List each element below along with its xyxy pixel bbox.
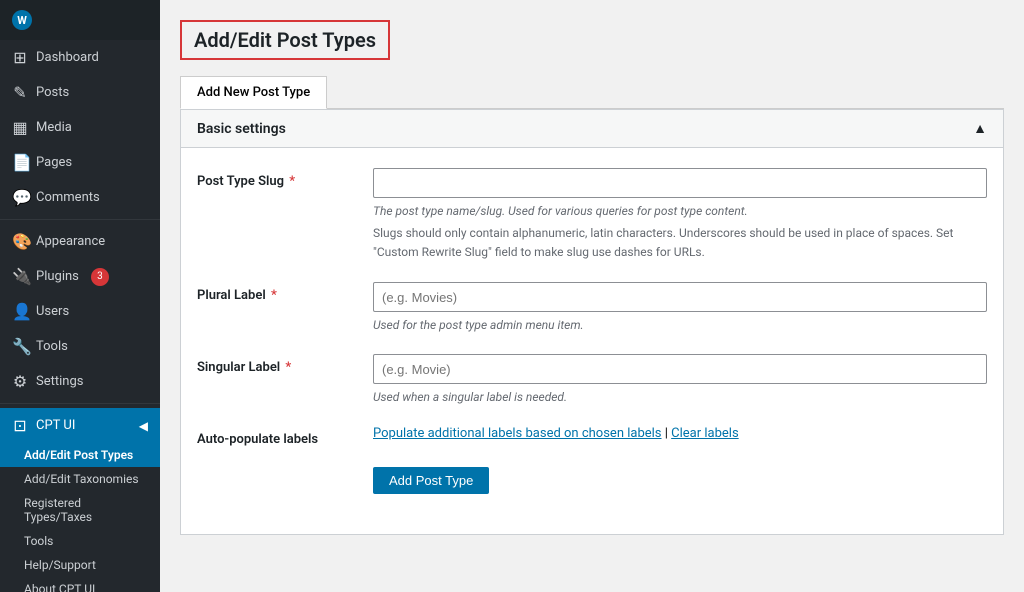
sidebar-item-tools[interactable]: 🔧 Tools xyxy=(0,329,160,364)
sidebar-divider-2 xyxy=(0,403,160,404)
sidebar-item-label: Comments xyxy=(36,190,100,205)
panel-title: Basic settings xyxy=(197,121,286,137)
sidebar-sub-help-support[interactable]: Help/Support xyxy=(0,553,160,577)
sidebar-item-label: Appearance xyxy=(36,234,105,249)
panel-body: Post Type Slug * The post type name/slug… xyxy=(181,148,1003,534)
sidebar-item-label: Settings xyxy=(36,374,83,389)
pages-icon: 📄 xyxy=(12,153,28,172)
add-post-type-button[interactable]: Add Post Type xyxy=(373,467,489,494)
content-area: Add/Edit Post Types Add New Post Type Ba… xyxy=(160,0,1024,592)
plural-label-row: Plural Label * Used for the post type ad… xyxy=(197,282,987,334)
wp-logo-icon: W xyxy=(12,10,32,30)
sidebar-divider xyxy=(0,219,160,220)
cpt-ui-submenu: Add/Edit Post Types Add/Edit Taxonomies … xyxy=(0,443,160,592)
comments-icon: 💬 xyxy=(12,188,28,207)
singular-label-content: Used when a singular label is needed. xyxy=(373,354,987,406)
basic-settings-panel: Basic settings ▲ Post Type Slug * The po… xyxy=(180,109,1004,535)
plural-label-label: Plural Label * xyxy=(197,282,357,303)
cpt-ui-icon: ⊡ xyxy=(12,416,28,435)
main-content: Add/Edit Post Types Add New Post Type Ba… xyxy=(160,0,1024,592)
sidebar-sub-tools[interactable]: Tools xyxy=(0,529,160,553)
sidebar-item-comments[interactable]: 💬 Comments xyxy=(0,180,160,215)
collapse-toggle[interactable]: ▲ xyxy=(973,120,987,137)
page-title: Add/Edit Post Types xyxy=(180,20,390,60)
plural-label-input[interactable] xyxy=(373,282,987,312)
required-marker: * xyxy=(286,174,295,189)
sidebar-sub-add-edit-taxonomies[interactable]: Add/Edit Taxonomies xyxy=(0,467,160,491)
tabs-bar: Add New Post Type xyxy=(180,76,1004,109)
plural-label-help: Used for the post type admin menu item. xyxy=(373,316,987,334)
panel-header: Basic settings ▲ xyxy=(181,110,1003,148)
settings-icon: ⚙ xyxy=(12,372,28,391)
tab-add-new-post-type[interactable]: Add New Post Type xyxy=(180,76,327,109)
sidebar-sub-add-edit-post-types[interactable]: Add/Edit Post Types xyxy=(0,443,160,467)
users-icon: 👤 xyxy=(12,302,28,321)
required-marker: * xyxy=(268,288,277,303)
populate-labels-link[interactable]: Populate additional labels based on chos… xyxy=(373,426,662,441)
post-type-slug-help-italic: The post type name/slug. Used for variou… xyxy=(373,202,987,220)
sidebar-item-media[interactable]: ▦ Media xyxy=(0,110,160,145)
singular-label-label: Singular Label * xyxy=(197,354,357,375)
sidebar-item-label: Plugins xyxy=(36,269,79,284)
sidebar-item-pages[interactable]: 📄 Pages xyxy=(0,145,160,180)
required-marker: * xyxy=(282,360,291,375)
sidebar-item-settings[interactable]: ⚙ Settings xyxy=(0,364,160,399)
sidebar-item-label: Pages xyxy=(36,155,72,170)
sidebar-item-plugins[interactable]: 🔌 Plugins 3 xyxy=(0,259,160,294)
plural-label-content: Used for the post type admin menu item. xyxy=(373,282,987,334)
sidebar-item-posts[interactable]: ✎ Posts xyxy=(0,75,160,110)
plugins-icon: 🔌 xyxy=(12,267,28,286)
sidebar-item-label: Posts xyxy=(36,85,69,100)
sidebar-logo: W xyxy=(0,0,160,40)
sidebar: W ⊞ Dashboard ✎ Posts ▦ Media 📄 Pages 💬 … xyxy=(0,0,160,592)
clear-labels-link[interactable]: Clear labels xyxy=(671,426,739,441)
submit-row: Add Post Type xyxy=(197,467,987,494)
singular-label-input[interactable] xyxy=(373,354,987,384)
post-type-slug-help-main: Slugs should only contain alphanumeric, … xyxy=(373,224,987,262)
post-type-slug-label: Post Type Slug * xyxy=(197,168,357,189)
auto-populate-label: Auto-populate labels xyxy=(197,426,357,447)
sidebar-item-users[interactable]: 👤 Users xyxy=(0,294,160,329)
plugins-badge: 3 xyxy=(91,268,109,286)
sidebar-cpt-ui-label: CPT UI xyxy=(36,418,75,433)
sidebar-item-cpt-ui[interactable]: ⊡ CPT UI ◀ xyxy=(0,408,160,443)
sidebar-sub-registered-types[interactable]: Registered Types/Taxes xyxy=(0,491,160,529)
auto-populate-row: Auto-populate labels Populate additional… xyxy=(197,426,987,447)
post-type-slug-row: Post Type Slug * The post type name/slug… xyxy=(197,168,987,262)
sidebar-item-label: Dashboard xyxy=(36,50,99,65)
media-icon: ▦ xyxy=(12,118,28,137)
collapse-cpt-icon: ◀ xyxy=(139,419,148,433)
sidebar-item-appearance[interactable]: 🎨 Appearance xyxy=(0,224,160,259)
sidebar-item-label: Tools xyxy=(36,339,68,354)
sidebar-sub-about-cpt-ui[interactable]: About CPT UI xyxy=(0,577,160,592)
appearance-icon: 🎨 xyxy=(12,232,28,251)
sidebar-item-label: Media xyxy=(36,120,72,135)
auto-populate-content: Populate additional labels based on chos… xyxy=(373,426,987,441)
singular-label-help: Used when a singular label is needed. xyxy=(373,388,987,406)
post-type-slug-content: The post type name/slug. Used for variou… xyxy=(373,168,987,262)
sidebar-item-dashboard[interactable]: ⊞ Dashboard xyxy=(0,40,160,75)
posts-icon: ✎ xyxy=(12,83,28,102)
post-type-slug-input[interactable] xyxy=(373,168,987,198)
singular-label-row: Singular Label * Used when a singular la… xyxy=(197,354,987,406)
dashboard-icon: ⊞ xyxy=(12,48,28,67)
sidebar-item-label: Users xyxy=(36,304,69,319)
tools-icon: 🔧 xyxy=(12,337,28,356)
